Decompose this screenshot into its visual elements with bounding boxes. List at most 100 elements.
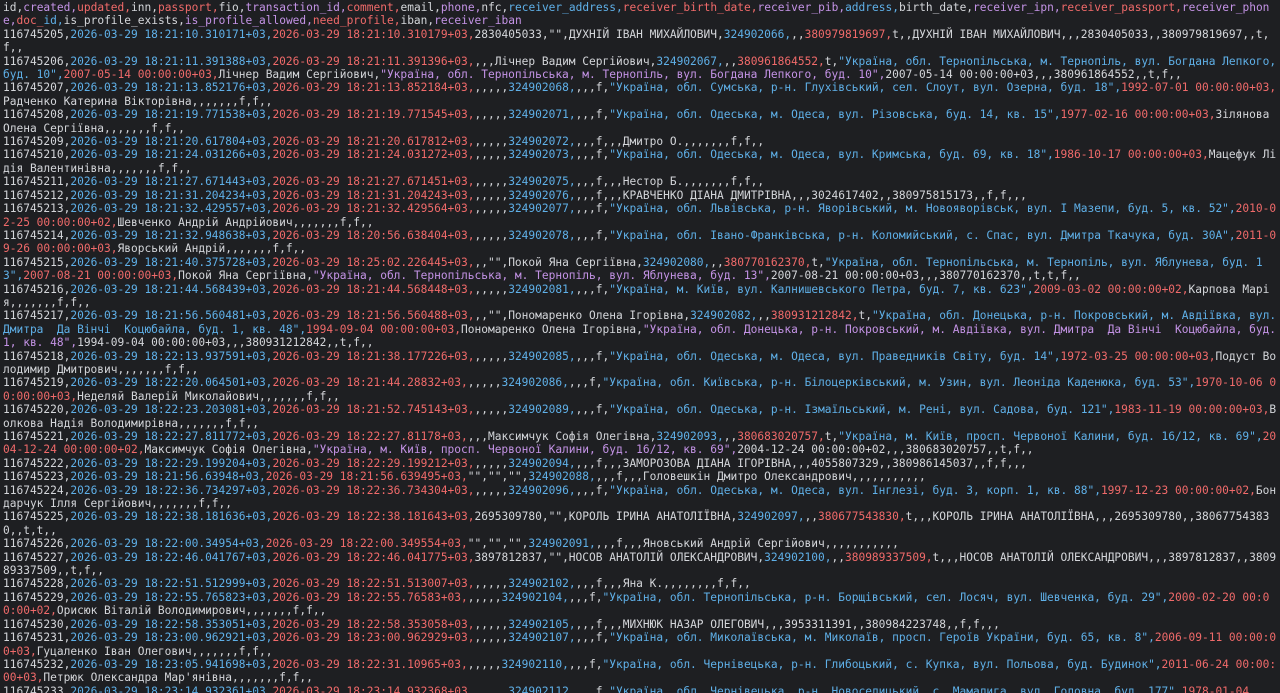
csv-field-text: 1994-09-04 00:00:00+03,,,380931212842,,t… — [77, 336, 374, 350]
csv-field-text: 116745213, — [3, 202, 71, 216]
csv-field-text: 116745226, — [3, 537, 71, 551]
csv-field-text: 2026-03-29 18:21:44.28832+03, — [272, 376, 468, 390]
csv-field-text: 116745217, — [3, 309, 71, 323]
csv-field-text: 116745224, — [3, 483, 71, 497]
csv-field-text: ,,,f,,,МИХНЮК НАЗАР ОЛЕГОВИЧ,,,395331139… — [575, 617, 1000, 631]
csv-field-text: 116745220, — [3, 403, 71, 417]
header-column-name: phone, — [440, 1, 482, 14]
csv-field-text: ,,,f,,,Головешкін Дмитро Олександрович,,… — [595, 470, 926, 484]
csv-field-text: ,, — [710, 255, 724, 269]
csv-field-text: 324902072, — [508, 135, 576, 149]
csv-field-text: "Україна, обл. Одеська, р-н. Ізмаїльськи… — [609, 403, 1115, 417]
csv-field-text: 2026-03-29 18:21:32.429557+03, — [70, 202, 273, 216]
csv-field-text: 116745231, — [3, 631, 71, 645]
header-column-name: receiver_address, — [508, 1, 623, 14]
csv-field-text: 324902066, — [723, 27, 792, 41]
csv-field-text: 2026-03-29 18:21:44.568448+03, — [272, 282, 475, 296]
csv-record-row: 116745216,2026-03-29 18:21:44.568439+03,… — [3, 283, 1280, 310]
csv-record-row: 116745225,2026-03-29 18:22:38.181636+03,… — [3, 510, 1280, 537]
header-column-name: inn, — [131, 1, 158, 14]
csv-field-text: ,, — [757, 309, 771, 323]
csv-field-text: ,,,f,,,Яновський Андрій Сергійович,,,,,,… — [595, 537, 899, 551]
csv-field-text: 116745212, — [3, 188, 71, 202]
csv-record-row: 116745228,2026-03-29 18:22:51.512999+03,… — [3, 577, 1280, 590]
csv-field-text: ,,,,, — [474, 81, 509, 95]
header-column-name: receiver_pib, — [757, 1, 846, 14]
csv-field-text: 2026-03-29 18:21:24.031272+03, — [272, 148, 475, 162]
csv-field-text: 2026-03-29 18:21:20.617812+03, — [272, 135, 475, 149]
csv-field-text: 2026-03-29 18:21:27.671443+03, — [70, 175, 273, 189]
csv-field-text: ,,,,, — [467, 657, 502, 671]
csv-data-rows: 116745205,2026-03-29 18:21:10.310171+03,… — [3, 28, 1280, 693]
csv-field-text: 2026-03-29 18:22:55.76583+03, — [272, 590, 468, 604]
header-column-name: iban, — [400, 14, 435, 28]
header-column-name: receiver_birth_date, — [622, 1, 758, 14]
csv-field-text: ,,,f, — [575, 631, 610, 645]
csv-field-text: Орисюк Віталій Володимирович,,,,,,,f,f,, — [56, 604, 327, 618]
header-column-name: fio, — [218, 1, 246, 14]
csv-field-text: 324902112, — [508, 684, 576, 693]
csv-text-viewer[interactable]: id,created,updated,inn,passport,fio,tran… — [0, 0, 1280, 693]
csv-field-text: "Україна, обл. Тернопільська, р-н. Борщі… — [602, 590, 1169, 604]
csv-field-text: ,,"",Покой Яна Сергіївна, — [474, 255, 643, 269]
csv-field-text: ,,,,, — [474, 483, 509, 497]
csv-record-row: 116745231,2026-03-29 18:23:00.962921+03,… — [3, 631, 1280, 658]
csv-field-text: ,,,,, — [474, 617, 509, 631]
csv-field-text: ,,,,, — [474, 202, 509, 216]
csv-field-text: 116745233, — [3, 684, 71, 693]
csv-field-text: ,,,f, — [575, 684, 610, 693]
csv-field-text: ,,,,, — [474, 135, 509, 149]
csv-field-text: 2026-03-29 18:25:02.226445+03, — [272, 255, 475, 269]
csv-field-text: ,,"",Пономаренко Олена Ігорівна, — [474, 309, 691, 323]
csv-record-row: 116745213,2026-03-29 18:21:32.429557+03,… — [3, 202, 1280, 229]
csv-field-text: ,,,,, — [474, 148, 509, 162]
csv-field-text: 2009-03-02 00:00:00+02, — [1033, 282, 1189, 296]
csv-field-text: "Україна, обл. Київська, р-н. Білоцерків… — [602, 376, 1196, 390]
csv-field-text: ,,,,, — [474, 403, 509, 417]
csv-field-text: 116745222, — [3, 456, 71, 470]
csv-field-text: ,,,,, — [474, 108, 509, 122]
csv-field-text: ,,,f, — [575, 148, 610, 162]
csv-field-text: ,,,,, — [474, 175, 509, 189]
csv-record-row: 116745206,2026-03-29 18:21:11.391388+03,… — [3, 55, 1280, 82]
csv-field-text: ,, — [723, 430, 738, 443]
csv-field-text: 2026-03-29 18:21:31.204243+03, — [272, 188, 475, 202]
csv-field-text: 324902068, — [508, 81, 576, 95]
csv-field-text: Радченко Катерина Вікторівна,,,,,,,f,f,, — [3, 94, 273, 108]
csv-field-text: 2830405033,"", — [474, 27, 569, 41]
csv-record-row: 116745226,2026-03-29 18:22:00.34954+03,2… — [3, 537, 1280, 550]
csv-field-text: ,,,f, — [575, 349, 610, 363]
csv-field-text: 116745232, — [3, 657, 71, 671]
csv-field-text: 2026-03-29 18:20:56.638404+03, — [272, 228, 475, 242]
csv-header-row: id,created,updated,inn,passport,fio,tran… — [3, 1, 1280, 28]
csv-field-text: t, — [858, 309, 872, 323]
csv-field-text: "","","", — [467, 537, 529, 551]
csv-field-text: 3897812837,"",НОСОВ АНАТОЛІЙ ОЛЕКСАНДРОВ… — [474, 550, 765, 564]
csv-record-row: 116745224,2026-03-29 18:22:36.734297+03,… — [3, 484, 1280, 511]
csv-field-text: t, — [824, 54, 839, 68]
header-column-name: email, — [400, 1, 441, 14]
csv-field-text: 2026-03-29 18:22:20.064501+03, — [70, 376, 273, 390]
csv-record-row: 116745222,2026-03-29 18:22:29.199204+03,… — [3, 457, 1280, 470]
header-column-name: nfc, — [481, 1, 509, 14]
csv-record-row: 116745209,2026-03-29 18:21:20.617804+03,… — [3, 135, 1280, 148]
csv-field-text: "Україна, обл. Тернопільська, м. Тернопі… — [312, 269, 771, 283]
csv-record-row: 116745217,2026-03-29 18:21:56.560481+03,… — [3, 309, 1280, 349]
csv-field-text: 116745228, — [3, 577, 71, 591]
csv-field-text: 1997-12-23 00:00:00+02, — [1100, 483, 1256, 497]
csv-field-text: "Україна, обл. Чернівецька, р-н. Новосел… — [609, 684, 1182, 693]
csv-field-text: ,,,,, — [474, 577, 509, 591]
header-column-name: passport, — [157, 1, 219, 14]
csv-field-text: ,,,,, — [474, 188, 509, 202]
csv-field-text: ,,,f,,,КРАВЧЕНКО ДІАНА ДМИТРІВНА,,,30246… — [575, 188, 1027, 202]
csv-field-text: 324902077, — [508, 202, 576, 216]
csv-field-text: 2026-03-29 18:22:46.041767+03, — [70, 550, 273, 564]
header-column-name: receiver_iban — [434, 14, 522, 28]
csv-field-text: 2004-12-24 00:00:00+02,,,380683020757,,t… — [737, 443, 1034, 457]
csv-field-text: ,,,f,,,Дмитро О.,,,,,,,f,f,, — [575, 135, 765, 149]
header-column-name: created, — [23, 1, 78, 14]
csv-field-text: "Україна, обл. Львівська, р-н. Яворівськ… — [609, 202, 1236, 216]
csv-field-text: 116745219, — [3, 376, 71, 390]
csv-field-text: 324902088, — [528, 470, 596, 484]
csv-field-text: 2007-05-14 00:00:00+03,,,380961864552,,t… — [885, 68, 1182, 82]
